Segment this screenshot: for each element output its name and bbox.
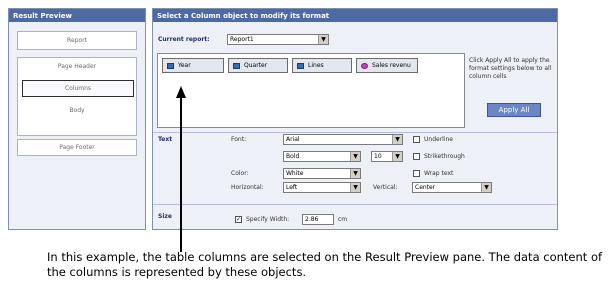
chevron-down-icon[interactable]: ▼	[392, 135, 402, 144]
width-unit: cm	[338, 216, 348, 223]
width-input[interactable]: 2.86	[302, 214, 334, 225]
dimension-icon	[167, 63, 174, 69]
divider	[153, 204, 557, 205]
current-report-select[interactable]: Report1 ▼	[227, 34, 329, 45]
underline-checkbox[interactable]	[413, 136, 420, 143]
font-select[interactable]: Arial ▼	[283, 134, 403, 145]
chevron-down-icon[interactable]: ▼	[481, 183, 491, 192]
font-size-value: 10	[374, 153, 382, 160]
pointer-arrow-icon	[176, 86, 186, 252]
object-label: Sales revenu	[372, 62, 411, 69]
color-label: Color:	[231, 170, 249, 177]
column-object-quarter[interactable]: Quarter	[228, 58, 288, 73]
wrap-text-checkbox[interactable]	[413, 170, 420, 177]
apply-all-note: Click Apply All to apply the format sett…	[469, 57, 552, 80]
object-label: Year	[178, 62, 191, 69]
text-section-label: Text	[158, 136, 173, 143]
result-preview-pane: Result Preview Report Page Header Column…	[8, 8, 146, 230]
current-report-value: Report1	[230, 36, 254, 43]
strikethrough-label: Strikethrough	[424, 153, 465, 160]
size-section-label: Size	[158, 213, 172, 220]
color-select[interactable]: White ▼	[283, 168, 361, 179]
divider	[153, 132, 557, 133]
column-objects-area: Year Quarter Lines Sales revenu	[157, 53, 465, 128]
page-header-group[interactable]: Page Header Columns Body	[17, 57, 137, 136]
result-preview-title: Result Preview	[9, 9, 145, 22]
column-object-year[interactable]: Year	[162, 58, 224, 73]
object-label: Lines	[308, 62, 324, 69]
chevron-down-icon[interactable]: ▼	[318, 35, 328, 44]
column-object-sales-revenue[interactable]: Sales revenu	[356, 58, 418, 73]
page-footer-section[interactable]: Page Footer	[17, 139, 137, 156]
strikethrough-checkbox[interactable]	[413, 153, 420, 160]
body-section[interactable]: Body	[18, 102, 136, 120]
font-label: Font:	[231, 136, 247, 143]
vertical-label: Vertical:	[373, 184, 398, 191]
font-style-value: Bold	[286, 153, 300, 160]
specify-width-label: Specify Width:	[246, 216, 290, 223]
wrap-text-label: Wrap text	[424, 170, 454, 177]
horizontal-align-select[interactable]: Left ▼	[283, 182, 361, 193]
object-label: Quarter	[244, 62, 268, 69]
horizontal-value: Left	[286, 184, 298, 191]
font-style-select[interactable]: Bold ▼	[283, 151, 361, 162]
font-value: Arial	[286, 136, 300, 143]
apply-all-button[interactable]: Apply All	[487, 103, 541, 117]
vertical-align-select[interactable]: Center ▼	[412, 182, 492, 193]
measure-icon	[361, 63, 368, 69]
chevron-down-icon[interactable]: ▼	[392, 152, 402, 161]
explanation-caption: In this example, the table columns are s…	[47, 250, 603, 279]
current-report-label: Current report:	[158, 36, 210, 43]
report-section[interactable]: Report	[17, 31, 137, 50]
vertical-value: Center	[415, 184, 436, 191]
horizontal-label: Horizontal:	[231, 184, 264, 191]
columns-section[interactable]: Columns	[22, 80, 134, 97]
dimension-icon	[233, 63, 240, 69]
column-object-lines[interactable]: Lines	[292, 58, 352, 73]
specify-width-checkbox[interactable]: ✓	[235, 216, 242, 223]
underline-label: Underline	[424, 136, 453, 143]
color-value: White	[286, 170, 304, 177]
chevron-down-icon[interactable]: ▼	[350, 183, 360, 192]
format-pane-title: Select a Column object to modify its for…	[153, 9, 557, 22]
chevron-down-icon[interactable]: ▼	[350, 169, 360, 178]
chevron-down-icon[interactable]: ▼	[350, 152, 360, 161]
dimension-icon	[297, 63, 304, 69]
font-size-select[interactable]: 10 ▼	[371, 151, 403, 162]
page-header-section[interactable]: Page Header	[18, 58, 136, 76]
format-pane: Select a Column object to modify its for…	[152, 8, 558, 230]
